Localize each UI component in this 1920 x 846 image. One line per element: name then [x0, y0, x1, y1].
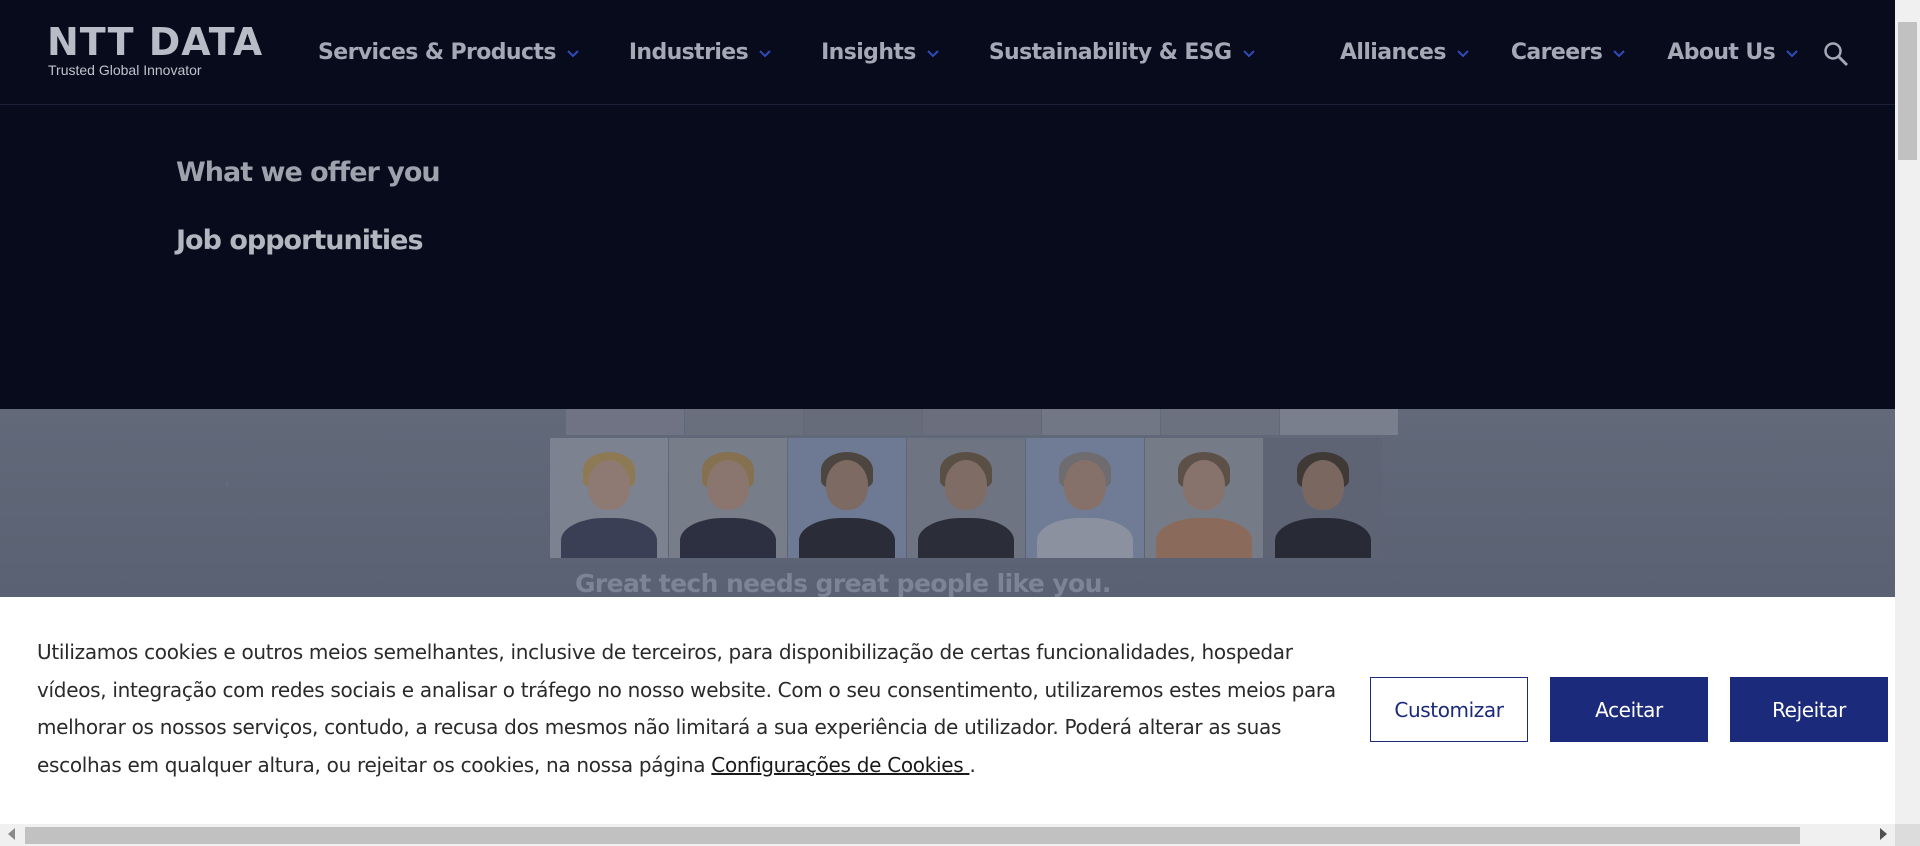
person-photo [550, 438, 668, 558]
person-photo [1280, 409, 1398, 435]
nav-careers[interactable]: Careers [1511, 40, 1627, 65]
dropdown-item-job-opportunities[interactable]: Job opportunities [176, 225, 424, 256]
cookie-text-period: . [969, 752, 976, 777]
customize-button[interactable]: Customizar [1370, 677, 1528, 742]
chevron-down-icon [1242, 50, 1255, 58]
person-photo [1264, 438, 1382, 558]
nav-sustainability-esg[interactable]: Sustainability & ESG [989, 40, 1257, 65]
cookie-text-line-last: escolhas em qualquer altura, ou rejeitar… [37, 747, 1337, 785]
person-photo [1145, 438, 1263, 558]
chevron-down-icon [1786, 50, 1798, 58]
scrollbar-corner [1895, 824, 1920, 846]
nav-label: Alliances [1340, 39, 1446, 65]
chevron-down-icon [1457, 50, 1469, 58]
search-icon [1824, 42, 1848, 66]
person-photo [1161, 409, 1279, 435]
nav-label: Sustainability & ESG [988, 39, 1232, 65]
accept-button[interactable]: Aceitar [1550, 677, 1708, 742]
careers-dropdown-panel: What we offer you Job opportunities [0, 105, 1895, 409]
nav-label: Services & Products [318, 39, 556, 65]
nav-label: Industries [628, 39, 749, 65]
primary-nav: Services & Products Industries Insights … [318, 32, 1305, 72]
cookie-consent-banner: Utilizamos cookies e outros meios semelh… [0, 597, 1895, 824]
photo-row-main [550, 438, 1383, 558]
hero-banner: Great tech needs great people like you. [0, 409, 1895, 597]
nav-about-us[interactable]: About Us [1667, 40, 1800, 65]
dropdown-item-what-we-offer[interactable]: What we offer you [176, 157, 441, 188]
person-photo [685, 409, 803, 435]
logo-tagline: Trusted Global Innovator [48, 62, 202, 78]
person-photo [804, 409, 922, 435]
cookie-text-line: melhorar os nossos serviços, contudo, a … [37, 715, 1282, 739]
horizontal-scrollbar[interactable] [0, 824, 1895, 846]
chevron-down-icon [1613, 50, 1625, 58]
cookie-text-line: escolhas em qualquer altura, ou rejeitar… [37, 752, 712, 777]
chevron-down-icon [567, 50, 579, 58]
secondary-nav: Alliances Careers About Us [1340, 32, 1840, 72]
person-photo [907, 438, 1025, 558]
site-header: NTT DATA Trusted Global Innovator Servic… [0, 0, 1895, 105]
person-photo [669, 438, 787, 558]
nav-services-products[interactable]: Services & Products [318, 40, 581, 65]
nav-insights[interactable]: Insights [821, 40, 941, 65]
horizontal-scrollbar-thumb[interactable] [25, 827, 1800, 844]
nav-label: Careers [1510, 39, 1603, 65]
vertical-scrollbar[interactable] [1895, 0, 1920, 826]
search-button[interactable] [1822, 40, 1850, 68]
hero-tagline: Great tech needs great people like you. [575, 569, 1111, 597]
person-photo [1026, 438, 1144, 558]
cookie-text-line: Utilizamos cookies e outros meios semelh… [37, 640, 1293, 664]
nav-industries[interactable]: Industries [629, 40, 773, 65]
chevron-down-icon [759, 50, 771, 58]
scroll-left-arrow-icon[interactable] [8, 828, 15, 840]
cookie-text-line: vídeos, integração com redes sociais e a… [37, 677, 1336, 702]
chevron-down-icon [927, 50, 939, 58]
scroll-right-arrow-icon[interactable] [1880, 828, 1887, 840]
vertical-scrollbar-thumb[interactable] [1898, 22, 1917, 160]
photo-row-top [566, 409, 1399, 435]
nav-alliances[interactable]: Alliances [1340, 40, 1471, 65]
person-photo [1042, 409, 1160, 435]
logo-wordmark: NTT DATA [47, 20, 264, 64]
person-photo [923, 409, 1041, 435]
person-photo [788, 438, 906, 558]
person-photo [566, 409, 684, 435]
nav-label: About Us [1667, 39, 1776, 65]
cookie-settings-link[interactable]: Configurações de Cookies [711, 753, 969, 777]
nav-label: Insights [821, 39, 916, 65]
ntt-data-logo[interactable]: NTT DATA Trusted Global Innovator [47, 22, 263, 78]
cookie-message: Utilizamos cookies e outros meios semelh… [37, 634, 1337, 784]
reject-button[interactable]: Rejeitar [1730, 677, 1888, 742]
